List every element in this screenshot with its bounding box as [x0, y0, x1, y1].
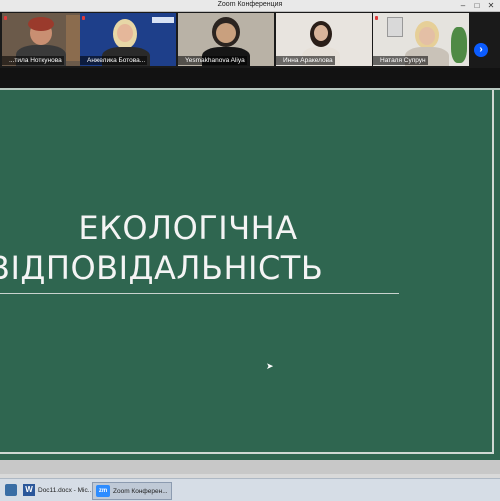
participant-tile[interactable]: Yesmakhanova Aliya	[178, 13, 274, 66]
participant-tile[interactable]: Наталя Супрун	[373, 13, 469, 66]
start-button[interactable]	[2, 482, 20, 498]
mic-muted-icon	[4, 15, 7, 20]
shared-slide: ЕКОЛОГІЧНА ВІДПОВІДАЛЬНІСТЬ ➤	[0, 88, 500, 462]
windows-icon	[5, 484, 17, 496]
mic-muted-icon	[375, 15, 378, 20]
mic-muted-icon	[82, 15, 85, 20]
minimize-icon[interactable]: –	[456, 0, 470, 11]
taskbar: W Doc11.docx - Mic... zm Zoom Конферен..…	[0, 478, 500, 501]
taskbar-item-zoom[interactable]: zm Zoom Конферен...	[92, 482, 172, 500]
taskbar-item-word[interactable]: W Doc11.docx - Mic...	[20, 482, 96, 498]
taskbar-item-label: Zoom Конферен...	[113, 487, 168, 495]
share-footer	[0, 460, 500, 474]
window-titlebar: Zoom Конференция – □ ✕	[0, 0, 500, 12]
window-controls: – □ ✕	[456, 0, 498, 11]
participant-strip: ...тила Ноткунова Анжелика Ботова... Yes…	[0, 12, 500, 68]
participant-name: Инна Аракелова	[276, 56, 335, 65]
share-header	[0, 68, 500, 88]
close-icon[interactable]: ✕	[484, 0, 498, 11]
slide-title-line-2: ВІДПОВІДАЛЬНІСТЬ	[0, 249, 324, 287]
title-underline	[0, 293, 399, 294]
participant-tile[interactable]: Анжелика Ботова...	[80, 13, 176, 66]
word-icon: W	[23, 484, 35, 496]
slide-title: ЕКОЛОГІЧНА ВІДПОВІДАЛЬНІСТЬ	[0, 208, 388, 288]
participant-name: Yesmakhanova Aliya	[178, 56, 247, 65]
participant-tile[interactable]: Инна Аракелова	[276, 13, 372, 66]
chevron-right-icon[interactable]: ›	[474, 43, 488, 57]
slide-title-line-1: ЕКОЛОГІЧНА	[78, 209, 298, 247]
zoom-icon: zm	[96, 485, 110, 497]
maximize-icon[interactable]: □	[470, 0, 484, 11]
mouse-cursor-icon: ➤	[266, 361, 274, 371]
window-title: Zoom Конференция	[217, 1, 283, 8]
participant-name: Анжелика Ботова...	[80, 56, 148, 65]
taskbar-item-label: Doc11.docx - Mic...	[38, 486, 94, 494]
participant-name: Наталя Супрун	[373, 56, 428, 65]
participant-name: ...тила Ноткунова	[2, 56, 64, 65]
